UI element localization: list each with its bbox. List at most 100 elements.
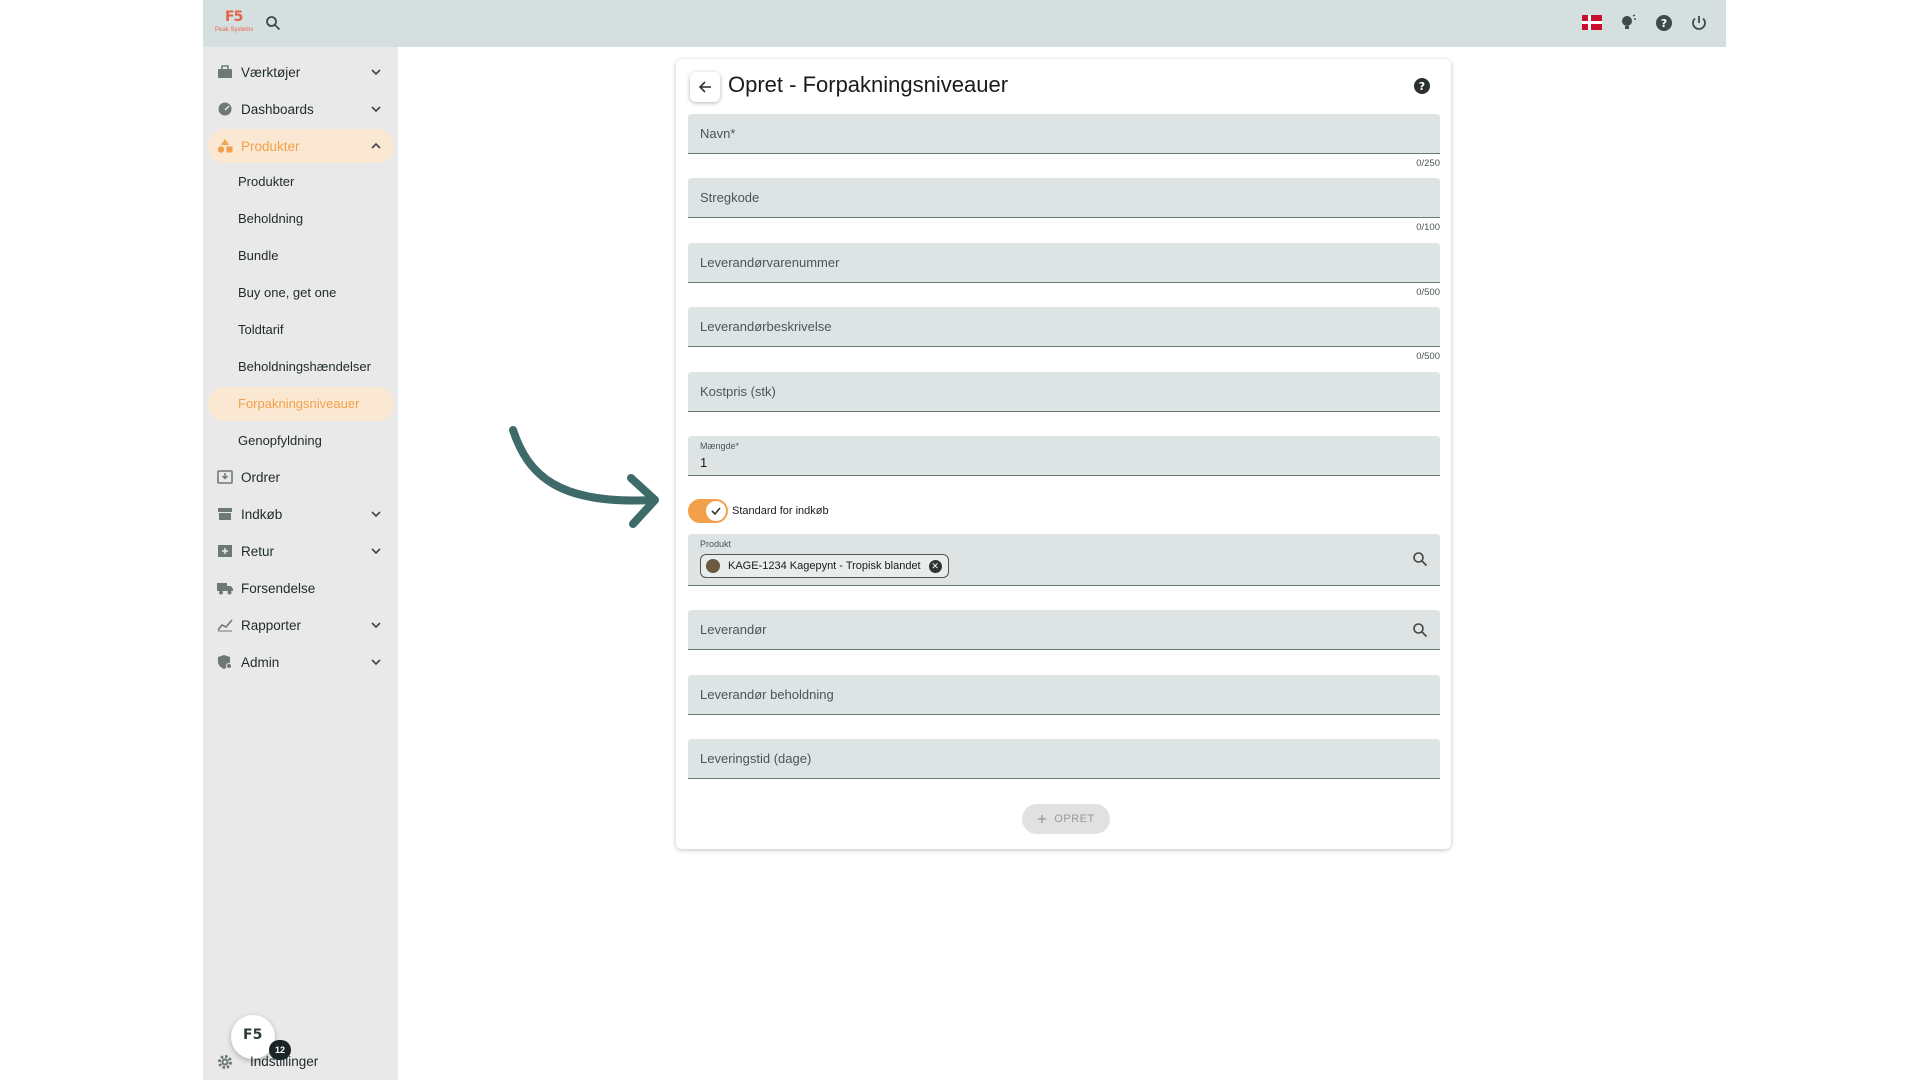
field-label: Leverandør beholdning bbox=[700, 687, 834, 702]
gauge-icon bbox=[218, 102, 232, 116]
admin-shield-icon bbox=[218, 655, 232, 669]
chip-label: KAGE-1234 Kagepynt - Tropisk blandet bbox=[728, 560, 921, 572]
chevron-down-icon bbox=[371, 106, 381, 113]
app-window: F5 Peak Systems ? Værktøjer Dashboards P… bbox=[203, 0, 1726, 1080]
leverandor-beholdning-field[interactable]: Leverandør beholdning bbox=[688, 675, 1440, 715]
sidebar-subitem-genopfyldning[interactable]: Genopfyldning bbox=[208, 424, 394, 458]
help-icon[interactable]: ? bbox=[1653, 12, 1675, 34]
help-icon[interactable]: ? bbox=[1413, 77, 1431, 95]
sidebar-subitem-forpakningsniveauer[interactable]: Forpakningsniveauer bbox=[208, 387, 394, 421]
sidebar-item-admin[interactable]: Admin bbox=[208, 645, 394, 679]
chevron-down-icon bbox=[371, 659, 381, 666]
toggle-label: Standard for indkøb bbox=[732, 505, 829, 517]
standard-for-indkob-toggle[interactable] bbox=[688, 499, 728, 523]
leveringstid-field[interactable]: Leveringstid (dage) bbox=[688, 739, 1440, 779]
return-box-icon bbox=[218, 545, 232, 557]
svg-text:?: ? bbox=[1419, 80, 1425, 93]
danish-flag-icon[interactable] bbox=[1582, 15, 1602, 30]
company-logo[interactable]: F5 Peak Systems bbox=[213, 9, 257, 39]
chevron-down-icon bbox=[371, 511, 381, 518]
navn-char-counter: 0/250 bbox=[1416, 158, 1440, 169]
logo-text: Peak Systems bbox=[215, 27, 254, 33]
svg-text:?: ? bbox=[1661, 17, 1667, 30]
field-label: Mængde* bbox=[700, 441, 740, 451]
leverandorbeskrivelse-char-counter: 0/500 bbox=[1416, 351, 1440, 362]
sidebar-item-label: Indkøb bbox=[241, 506, 283, 522]
sidebar-item-produkter[interactable]: Produkter bbox=[208, 129, 394, 163]
inbox-icon bbox=[217, 470, 233, 484]
sidebar-subitem-label: Toldtarif bbox=[238, 322, 284, 337]
remove-chip-icon[interactable]: ✕ bbox=[928, 559, 942, 573]
field-label: Leverandør bbox=[700, 622, 767, 637]
chart-icon bbox=[217, 619, 233, 632]
sidebar-item-label: Produkter bbox=[241, 138, 300, 154]
field-label: Navn* bbox=[700, 126, 736, 141]
field-label: Stregkode bbox=[700, 190, 760, 205]
sidebar-item-rapporter[interactable]: Rapporter bbox=[208, 608, 394, 642]
logo-mark: F5 bbox=[225, 9, 243, 25]
sidebar-item-indkob[interactable]: Indkøb bbox=[208, 497, 394, 531]
create-form-card: Opret - Forpakningsniveauer ? Navn* 0/25… bbox=[676, 59, 1451, 849]
kostpris-field[interactable]: Kostpris (stk) bbox=[688, 372, 1440, 412]
field-label: Kostpris (stk) bbox=[700, 384, 776, 399]
sidebar-subitem-label: Bundle bbox=[238, 248, 279, 263]
plus-icon bbox=[1038, 815, 1047, 823]
sidebar-item-label: Forsendelse bbox=[241, 580, 316, 596]
search-icon[interactable] bbox=[1412, 622, 1428, 638]
toggle-knob bbox=[706, 501, 726, 521]
field-label: Produkt bbox=[700, 539, 732, 549]
leverandorvarenummer-field[interactable]: Leverandørvarenummer bbox=[688, 243, 1440, 283]
search-icon[interactable] bbox=[1412, 551, 1428, 567]
top-bar: F5 Peak Systems ? bbox=[203, 0, 1726, 47]
sidebar-item-label: Admin bbox=[241, 654, 280, 670]
product-avatar bbox=[706, 559, 720, 573]
sidebar: Værktøjer Dashboards Produkter Produkter… bbox=[203, 47, 398, 1080]
chevron-down-icon bbox=[371, 548, 381, 555]
sidebar-subitem-toldtarif[interactable]: Toldtarif bbox=[208, 313, 394, 347]
sidebar-item-label: Rapporter bbox=[241, 617, 302, 633]
back-button[interactable] bbox=[690, 72, 720, 102]
sidebar-subitem-label: Buy one, get one bbox=[238, 285, 337, 300]
power-icon[interactable] bbox=[1688, 12, 1710, 34]
pointer-arrow-annotation bbox=[509, 426, 659, 528]
sidebar-item-ordrer[interactable]: Ordrer bbox=[208, 460, 394, 494]
chevron-down-icon bbox=[371, 622, 381, 629]
chevron-down-icon bbox=[371, 69, 381, 76]
sidebar-item-label: Værktøjer bbox=[241, 64, 301, 80]
shapes-icon bbox=[217, 139, 233, 153]
opret-button[interactable]: OPRET bbox=[1022, 804, 1110, 834]
sidebar-item-label: Indstillinger bbox=[250, 1054, 319, 1069]
sidebar-item-label: Dashboards bbox=[241, 101, 314, 117]
sidebar-subitem-beholdning[interactable]: Beholdning bbox=[208, 202, 394, 236]
arrow-left-icon bbox=[698, 81, 711, 93]
field-label: Leverandørbeskrivelse bbox=[700, 319, 832, 334]
sidebar-item-label: Ordrer bbox=[241, 469, 281, 485]
produkt-field[interactable]: Produkt KAGE-1234 Kagepynt - Tropisk bla… bbox=[688, 534, 1440, 586]
sidebar-subitem-label: Beholdningshændelser bbox=[238, 359, 371, 374]
store-icon bbox=[218, 508, 232, 520]
sidebar-subitem-label: Beholdning bbox=[238, 211, 304, 226]
sidebar-subitem-buy-one-get-one[interactable]: Buy one, get one bbox=[208, 276, 394, 310]
fab-logo-mark: F5 bbox=[243, 1027, 263, 1043]
sidebar-item-dashboards[interactable]: Dashboards bbox=[208, 92, 394, 126]
sidebar-item-label: Retur bbox=[241, 543, 275, 559]
lightbulb-icon[interactable] bbox=[1617, 12, 1639, 34]
gear-icon bbox=[218, 1055, 232, 1069]
button-label: OPRET bbox=[1054, 813, 1095, 825]
maengde-field[interactable]: Mængde* 1 bbox=[688, 436, 1440, 476]
sidebar-item-vaerktojer[interactable]: Værktøjer bbox=[208, 55, 394, 89]
sidebar-subitem-beholdningshaendelser[interactable]: Beholdningshændelser bbox=[208, 350, 394, 384]
search-icon[interactable] bbox=[262, 12, 284, 34]
stregkode-field[interactable]: Stregkode bbox=[688, 178, 1440, 218]
sidebar-subitem-produkter[interactable]: Produkter bbox=[208, 165, 394, 199]
field-label: Leveringstid (dage) bbox=[700, 751, 812, 766]
navn-field[interactable]: Navn* bbox=[688, 114, 1440, 154]
leverandor-field[interactable]: Leverandør bbox=[688, 610, 1440, 650]
selected-product-chip[interactable]: KAGE-1234 Kagepynt - Tropisk blandet ✕ bbox=[700, 554, 949, 578]
toolbox-icon bbox=[218, 65, 232, 78]
sidebar-item-forsendelse[interactable]: Forsendelse bbox=[208, 571, 394, 605]
sidebar-item-retur[interactable]: Retur bbox=[208, 534, 394, 568]
chevron-up-icon bbox=[371, 142, 381, 149]
sidebar-subitem-bundle[interactable]: Bundle bbox=[208, 239, 394, 273]
leverandorbeskrivelse-field[interactable]: Leverandørbeskrivelse bbox=[688, 307, 1440, 347]
